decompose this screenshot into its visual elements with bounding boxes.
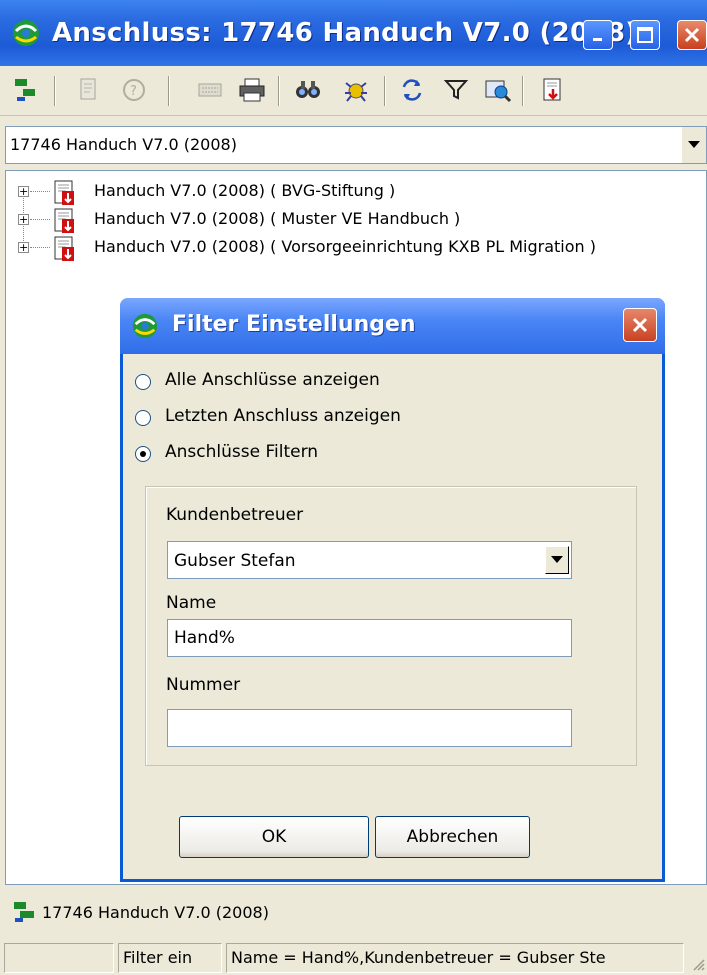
help-button[interactable]: ? — [120, 76, 148, 104]
dialog-close-button[interactable] — [623, 308, 657, 342]
tree-line — [30, 219, 50, 220]
expand-icon[interactable]: + — [18, 186, 29, 197]
toolbar-separator — [54, 76, 56, 106]
current-anschluss-bar: 17746 Handuch V7.0 (2008) — [0, 893, 707, 933]
web-search-button[interactable] — [484, 76, 512, 104]
filter-criteria-group: Kundenbetreuer Gubser Stefan Name Nummer — [145, 486, 637, 766]
current-anschluss-label: 17746 Handuch V7.0 (2008) — [42, 903, 269, 922]
toolbar: ? — [0, 66, 707, 116]
tree-item-label: Handuch V7.0 (2008) ( Vorsorgeeinrichtun… — [94, 237, 596, 256]
bug-search-button[interactable] — [342, 76, 370, 104]
kundenbetreuer-select[interactable]: Gubser Stefan — [167, 541, 572, 579]
document-export-icon — [52, 235, 78, 267]
radio-label: Letzten Anschluss anzeigen — [165, 406, 401, 426]
svg-text:?: ? — [130, 84, 137, 99]
print-button[interactable] — [238, 76, 266, 104]
bug-search-icon — [345, 82, 367, 102]
export-icon — [543, 78, 561, 101]
maximize-button[interactable] — [630, 20, 660, 50]
radio-button[interactable] — [135, 374, 151, 390]
help-icon: ? — [123, 79, 145, 101]
anschluss-selector[interactable]: 17746 Handuch V7.0 (2008) — [5, 126, 707, 164]
tree-item-label: Handuch V7.0 (2008) ( Muster VE Handbuch… — [94, 209, 461, 228]
refresh-button[interactable] — [398, 76, 426, 104]
status-panel-empty — [4, 943, 114, 973]
close-icon — [632, 317, 648, 333]
chevron-down-icon — [688, 141, 700, 148]
filter-dialog: Filter Einstellungen Alle Anschlüsse anz… — [120, 298, 665, 882]
app-logo-icon — [130, 312, 160, 344]
radio-button-checked[interactable] — [135, 446, 151, 462]
export-button[interactable] — [540, 76, 568, 104]
status-bar: Filter ein Name = Hand%,Kundenbetreuer =… — [0, 937, 707, 973]
tree-item-label: Handuch V7.0 (2008) ( BVG-Stiftung ) — [94, 181, 396, 200]
find-icon — [296, 81, 320, 98]
filter-dialog-title: Filter Einstellungen — [172, 312, 416, 337]
properties-icon — [80, 78, 96, 100]
filter-button[interactable] — [442, 76, 470, 104]
keyboard-icon — [198, 83, 222, 97]
tree-line — [30, 191, 50, 192]
name-input[interactable] — [167, 619, 572, 657]
refresh-icon — [402, 79, 422, 101]
maximize-icon — [637, 27, 653, 43]
filter-icon — [443, 80, 469, 100]
radio-label: Alle Anschlüsse anzeigen — [165, 370, 380, 390]
kundenbetreuer-label: Kundenbetreuer — [166, 505, 304, 525]
toolbar-separator — [278, 76, 280, 106]
kundenbetreuer-dropdown[interactable] — [545, 546, 569, 574]
filter-dialog-title-bar[interactable]: Filter Einstellungen — [120, 298, 665, 354]
name-label: Name — [166, 593, 217, 613]
close-icon — [684, 27, 700, 43]
app-logo-icon — [10, 18, 42, 52]
toolbar-separator — [522, 76, 524, 106]
tree-view-icon — [12, 901, 36, 927]
expand-icon[interactable]: + — [18, 214, 29, 225]
kundenbetreuer-value: Gubser Stefan — [174, 551, 296, 571]
radio-button[interactable] — [135, 410, 151, 426]
window-title-bar[interactable]: Anschluss: 17746 Handuch V7.0 (2008) — [0, 0, 707, 66]
tree-line — [30, 247, 50, 248]
toolbar-separator — [384, 76, 386, 106]
chevron-down-icon — [551, 556, 563, 563]
anschluss-selector-dropdown[interactable] — [681, 127, 706, 163]
expand-icon[interactable]: + — [18, 242, 29, 253]
filter-state-panel: Filter ein — [118, 943, 222, 973]
web-search-icon — [485, 80, 512, 103]
nummer-input[interactable] — [167, 709, 572, 747]
radio-label: Anschlüsse Filtern — [165, 442, 319, 462]
window-title: Anschluss: 17746 Handuch V7.0 (2008) — [52, 18, 638, 48]
close-button[interactable] — [677, 20, 707, 50]
minimize-icon — [593, 38, 602, 41]
tree-view-button[interactable] — [12, 76, 40, 104]
properties-button[interactable] — [76, 76, 104, 104]
find-button[interactable] — [294, 76, 322, 104]
resize-grip-icon[interactable] — [691, 957, 705, 971]
print-icon — [239, 78, 265, 102]
nummer-label: Nummer — [166, 675, 241, 695]
keyboard-button[interactable] — [196, 76, 224, 104]
filter-details-panel: Name = Hand%,Kundenbetreuer = Gubser Ste — [226, 943, 684, 973]
anschluss-selector-value: 17746 Handuch V7.0 (2008) — [10, 135, 237, 154]
minimize-button[interactable] — [583, 20, 613, 50]
tree-view-icon — [15, 79, 35, 101]
ok-button[interactable]: OK — [179, 816, 369, 858]
toolbar-separator — [168, 76, 170, 106]
cancel-button[interactable]: Abbrechen — [375, 816, 530, 858]
